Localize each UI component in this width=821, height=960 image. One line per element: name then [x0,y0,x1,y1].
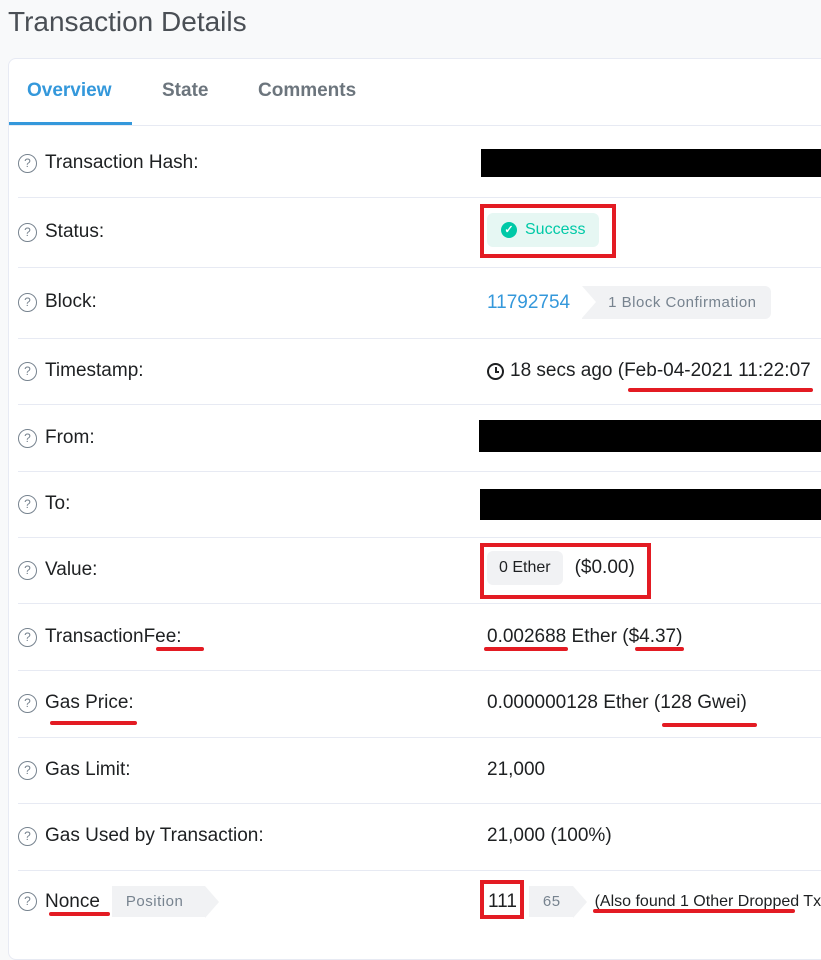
active-tab-indicator [9,122,132,125]
gas-price-gwei: 128 Gwei) [660,692,747,713]
help-icon[interactable]: ? [18,292,37,312]
fee-usd: $4.37 [628,626,677,647]
label: Status: [45,221,105,242]
row-status: ? Status: ✓ Success [18,198,821,268]
to-address-redacted [480,489,821,520]
label-nonce: Nonce [45,890,100,912]
fee-amount: 0.002688 [487,626,567,647]
tab-bar: Overview State Comments [9,59,821,126]
label: From: [45,427,95,448]
label: Timestamp: [45,360,144,381]
row-gas-limit: ? Gas Limit: 21,000 [18,738,821,804]
help-icon[interactable]: ? [18,153,37,173]
gas-used-value: 21,000 (100%) [487,825,612,846]
label: Block: [45,291,97,312]
label-fee: Fee: [143,626,182,647]
position-value: 65 [528,886,587,918]
annotation-underline-timestamp [628,388,813,392]
help-icon[interactable]: ? [18,892,37,911]
clock-icon [487,362,504,380]
gas-price-ether: 0.000000128 Ether ( [487,692,661,713]
fee-close: ) [676,626,683,647]
row-value: ? Value: 0 Ether ($0.00) [18,538,821,604]
help-icon[interactable]: ? [18,627,37,647]
from-address-redacted [479,420,821,452]
annotation-box-value [480,543,651,599]
label: Transaction Hash: [45,152,199,173]
label-gas-price: Gas Price [45,692,129,713]
dropped-txn-note[interactable]: (Also found 1 Other Dropped Txn [595,893,821,911]
help-icon[interactable]: ? [18,693,37,713]
row-timestamp: ? Timestamp: 18 secs ago (Feb-04-2021 11:… [18,339,821,405]
tab-overview[interactable]: Overview [27,80,112,102]
annotation-underline-dropped-txn [593,909,795,913]
row-gas-price: ? Gas Price: 0.000000128 Ether (128 Gwei) [18,671,821,738]
timestamp-relative: 18 secs ago ( [510,360,625,381]
fee-unit: Ether ( [566,626,629,647]
annotation-underline-fee-usd [635,647,684,651]
help-icon[interactable]: ? [18,826,37,846]
block-number-link[interactable]: 11792754 [487,292,570,314]
label: Gas Used by Transaction: [45,825,264,846]
row-block: ? Block: 11792754 1 Block Confirmation [18,268,821,339]
help-icon[interactable]: ? [18,361,37,381]
row-gas-used: ? Gas Used by Transaction: 21,000 (100%) [18,804,821,871]
label: Gas Limit: [45,759,131,780]
label: Value: [45,559,98,580]
help-icon[interactable]: ? [18,760,37,780]
help-icon[interactable]: ? [18,560,37,580]
label-suffix: : [128,692,134,713]
help-icon[interactable]: ? [18,494,37,514]
row-nonce: ? Nonce Position 111 65 (Also found 1 Othe… [18,871,821,931]
timestamp-absolute: Feb-04-2021 11:22:07 [624,360,811,381]
tab-state[interactable]: State [162,80,208,102]
tab-comments[interactable]: Comments [258,80,356,102]
annotation-box-nonce [480,880,524,919]
row-transaction-fee: ? Transaction Fee: 0.002688 Ether ($4.37) [18,604,821,671]
label: To: [45,493,71,514]
page-title: Transaction Details [8,6,247,37]
annotation-box-status [480,204,616,258]
annotation-underline-nonce-label [49,912,110,916]
help-icon[interactable]: ? [18,222,37,242]
help-icon[interactable]: ? [18,428,37,448]
annotation-underline-gas-price-label [50,721,137,725]
label-prefix: Transaction [45,626,144,647]
transaction-hash-redacted [481,149,821,177]
annotation-underline-gwei [662,723,757,727]
block-confirmation-badge: 1 Block Confirmation [582,286,771,319]
annotation-underline-fee-label [156,647,204,651]
annotation-underline-fee-amount [484,647,568,651]
position-tag: Position [111,886,220,918]
gas-limit-value: 21,000 [487,759,546,780]
